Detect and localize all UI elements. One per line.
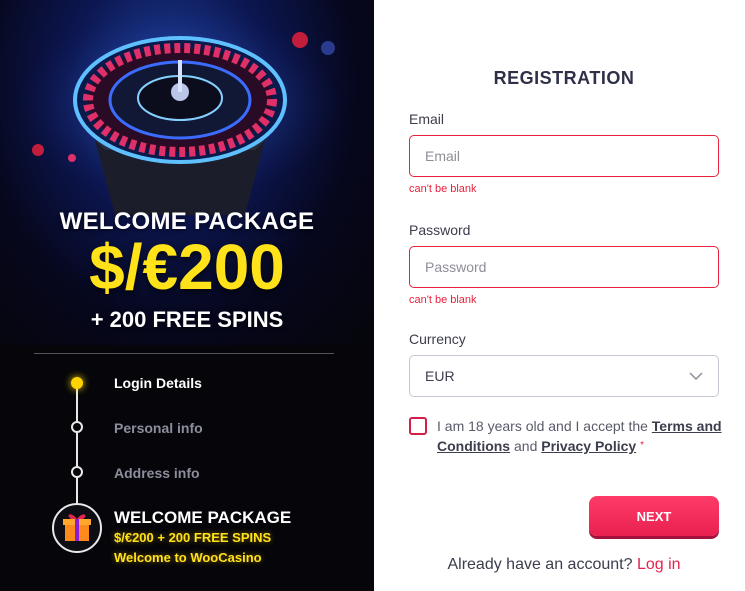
progress-line: [76, 383, 78, 511]
required-mark: *: [640, 440, 644, 451]
promo-panel: WELCOME PACKAGE $/€200 + 200 FREE SPINS …: [0, 0, 374, 591]
step-login-details: Login Details: [114, 375, 202, 391]
email-error: can't be blank: [409, 183, 477, 195]
login-link[interactable]: Log in: [637, 556, 681, 573]
package-title: WELCOME PACKAGE: [114, 508, 292, 527]
gift-badge: [52, 503, 102, 553]
currency-value: EUR: [425, 368, 455, 384]
terms-text: I am 18 years old and I accept the Terms…: [437, 418, 722, 454]
password-error: can't be blank: [409, 294, 477, 306]
chevron-down-icon: [689, 372, 703, 380]
age-terms-checkbox[interactable]: [409, 417, 427, 435]
step-personal-info: Personal info: [114, 420, 203, 436]
password-field[interactable]: [409, 246, 719, 288]
package-offer: $/€200 + 200 FREE SPINS: [114, 530, 272, 545]
step-dot: [71, 466, 83, 478]
registration-title: REGISTRATION: [493, 68, 635, 88]
step-dot-active: [71, 377, 83, 389]
promo-amount: $/€200: [89, 231, 285, 303]
email-field[interactable]: [409, 135, 719, 177]
step-address-info: Address info: [114, 465, 200, 481]
email-label: Email: [409, 111, 445, 127]
privacy-policy-link[interactable]: Privacy Policy: [541, 438, 636, 454]
registration-panel: REGISTRATION Email can't be blank Passwo…: [374, 0, 745, 591]
package-welcome: Welcome to WooCasino: [114, 550, 262, 565]
next-button[interactable]: NEXT: [589, 496, 719, 536]
login-prompt: Already have an account? Log in: [447, 556, 681, 573]
step-dot: [71, 421, 83, 433]
gift-icon: [63, 514, 91, 541]
password-label: Password: [409, 222, 471, 238]
currency-select[interactable]: EUR: [409, 355, 719, 397]
divider: [34, 353, 334, 354]
promo-free-spins: + 200 FREE SPINS: [90, 307, 284, 332]
currency-label: Currency: [409, 331, 466, 347]
